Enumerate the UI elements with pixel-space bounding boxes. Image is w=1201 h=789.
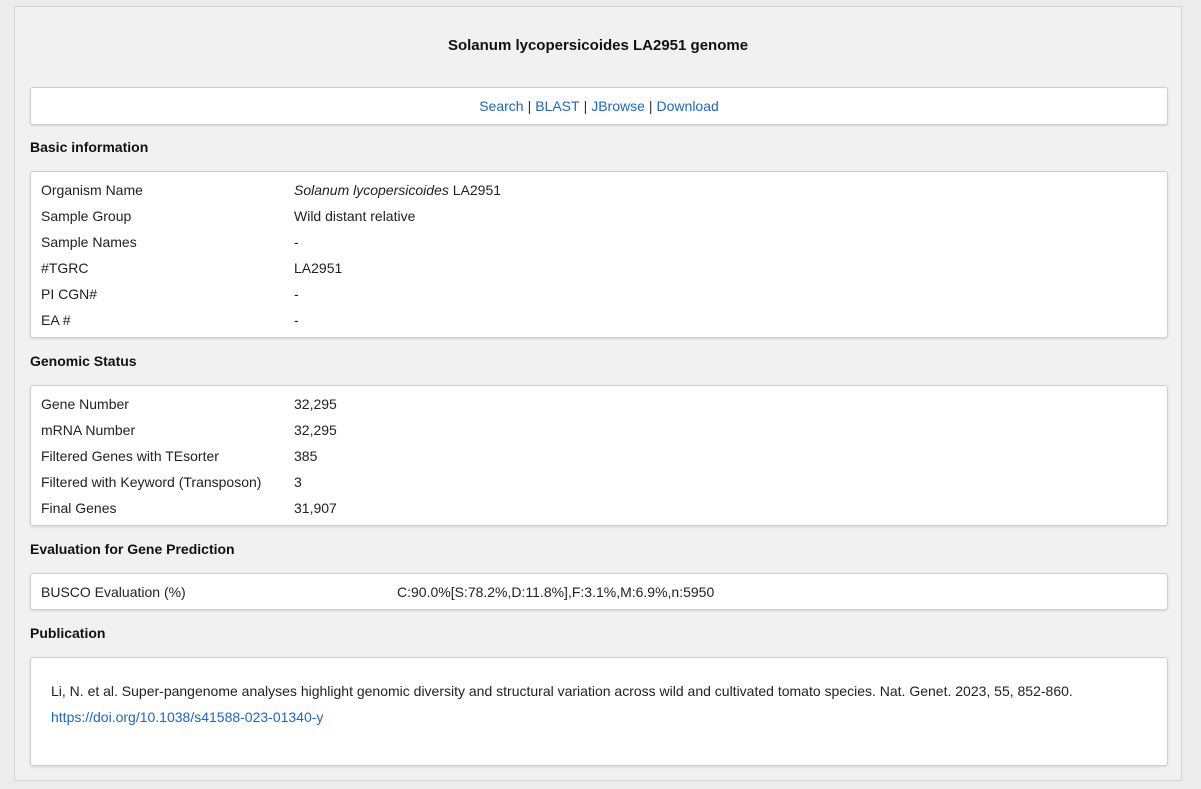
status-row: Gene Number 32,295 — [41, 391, 1141, 417]
info-value: Wild distant relative — [294, 208, 416, 224]
info-value: - — [294, 312, 299, 328]
basic-info-card: Organism Name Solanum lycopersicoides LA… — [30, 171, 1168, 338]
genomic-status-card: Gene Number 32,295 mRNA Number 32,295 Fi… — [30, 385, 1168, 526]
publication-heading: Publication — [30, 625, 106, 641]
publication-content: Li, N. et al. Super-pangenome analyses h… — [51, 678, 1073, 730]
status-label: mRNA Number — [41, 422, 136, 438]
publication-citation: Li, N. et al. Super-pangenome analyses h… — [51, 683, 1073, 699]
status-value: 32,295 — [294, 422, 337, 438]
publication-card: Li, N. et al. Super-pangenome analyses h… — [30, 657, 1168, 766]
status-label: Filtered Genes with TEsorter — [41, 448, 219, 464]
busco-label: BUSCO Evaluation (%) — [41, 584, 186, 600]
info-label: Sample Group — [41, 208, 132, 224]
page-title: Solanum lycopersicoides LA2951 genome — [447, 37, 749, 54]
basic-info-heading: Basic information — [30, 139, 149, 155]
info-label: Sample Names — [41, 234, 137, 250]
organism-strain: LA2951 — [448, 182, 502, 198]
nav-download-link[interactable]: Download — [657, 98, 719, 114]
info-row: PI CGN# - — [41, 281, 1141, 307]
nav-search-link[interactable]: Search — [479, 98, 523, 114]
nav-separator: | — [583, 98, 588, 114]
info-row: Sample Names - — [41, 229, 1141, 255]
info-row: Sample Group Wild distant relative — [41, 203, 1141, 229]
nav-separator: | — [527, 98, 532, 114]
info-row: #TGRC LA2951 — [41, 255, 1141, 281]
status-row: Filtered with Keyword (Transposon) 3 — [41, 469, 1141, 495]
evaluation-card: BUSCO Evaluation (%) C:90.0%[S:78.2%,D:1… — [30, 573, 1168, 610]
status-row: Filtered Genes with TEsorter 385 — [41, 443, 1141, 469]
nav-bar: Search | BLAST | JBrowse | Download — [30, 87, 1168, 125]
status-label: Gene Number — [41, 396, 129, 412]
info-value: Solanum lycopersicoides LA2951 — [294, 177, 501, 203]
status-value: 385 — [294, 448, 318, 464]
info-label: PI CGN# — [41, 286, 98, 302]
info-value: - — [294, 234, 299, 250]
status-value: 32,295 — [294, 396, 337, 412]
info-label: Organism Name — [41, 182, 143, 198]
status-row: mRNA Number 32,295 — [41, 417, 1141, 443]
status-value: 31,907 — [294, 500, 337, 516]
status-row: Final Genes 31,907 — [41, 495, 1141, 521]
info-row-organism: Organism Name Solanum lycopersicoides LA… — [41, 177, 1141, 203]
info-label: EA # — [41, 312, 71, 328]
status-value: 3 — [294, 474, 302, 490]
status-label: Filtered with Keyword (Transposon) — [41, 474, 262, 490]
genomic-status-heading: Genomic Status — [30, 353, 137, 369]
genome-panel: Solanum lycopersicoides LA2951 genome Se… — [14, 6, 1182, 781]
status-label: Final Genes — [41, 500, 117, 516]
publication-doi-link[interactable]: https://doi.org/10.1038/s41588-023-01340… — [51, 709, 323, 725]
nav-separator: | — [648, 98, 653, 114]
busco-row: BUSCO Evaluation (%) C:90.0%[S:78.2%,D:1… — [41, 579, 1141, 605]
info-row: EA # - — [41, 307, 1141, 333]
info-value: - — [294, 286, 299, 302]
busco-value: C:90.0%[S:78.2%,D:11.8%],F:3.1%,M:6.9%,n… — [397, 584, 715, 600]
info-label: #TGRC — [41, 260, 89, 276]
nav-jbrowse-link[interactable]: JBrowse — [591, 98, 645, 114]
evaluation-heading: Evaluation for Gene Prediction — [30, 541, 235, 557]
info-value: LA2951 — [294, 260, 343, 276]
nav-blast-link[interactable]: BLAST — [535, 98, 579, 114]
organism-species-name: Solanum lycopersicoides — [294, 182, 449, 198]
